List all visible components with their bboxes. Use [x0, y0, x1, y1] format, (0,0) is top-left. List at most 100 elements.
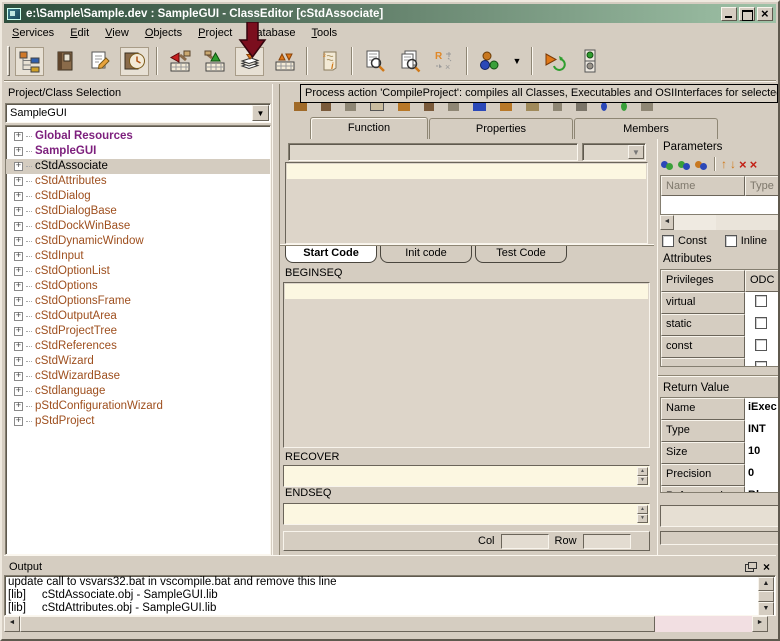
- menu-item[interactable]: Tools: [303, 25, 345, 41]
- scroll-up-icon[interactable]: ▲: [758, 577, 774, 591]
- tab-function[interactable]: Function: [310, 117, 428, 139]
- spin-up-icon[interactable]: ▲: [637, 505, 648, 514]
- spin-down-icon[interactable]: ▼: [637, 514, 648, 523]
- tree-item[interactable]: + pStdConfigurationWizard: [6, 399, 270, 414]
- expand-plus-icon[interactable]: +: [14, 192, 23, 201]
- attr-row-static[interactable]: static: [661, 314, 745, 336]
- tree-item[interactable]: + cStdOptionList: [6, 264, 270, 279]
- edit-source-icon[interactable]: [85, 47, 114, 76]
- tree-item[interactable]: + cStdOutputArea: [6, 309, 270, 324]
- tree-item-label[interactable]: cStdDialogBase: [34, 205, 120, 218]
- tree-item[interactable]: + cStdAttributes: [6, 174, 270, 189]
- clipped-icon[interactable]: [321, 102, 331, 111]
- menu-item[interactable]: View: [97, 25, 137, 41]
- const-attr-checkbox[interactable]: [755, 339, 767, 351]
- tree-item[interactable]: + cStdlanguage: [6, 384, 270, 399]
- scroll-left-icon[interactable]: ◄: [4, 616, 20, 632]
- delete-all-icon[interactable]: ×: [750, 157, 758, 172]
- rv-label-type[interactable]: Type: [661, 420, 745, 442]
- tree-item[interactable]: + cStdWizard: [6, 354, 270, 369]
- palette-dropdown-icon[interactable]: ▼: [510, 47, 524, 76]
- tree-item[interactable]: + SampleGUI: [6, 144, 270, 159]
- expand-plus-icon[interactable]: +: [14, 297, 23, 306]
- rv-label-precision[interactable]: Precision: [661, 464, 745, 486]
- expand-plus-icon[interactable]: +: [14, 252, 23, 261]
- attr-row-const[interactable]: const: [661, 336, 745, 358]
- tab-init-code[interactable]: Init code: [380, 246, 472, 263]
- tree-item-label[interactable]: cStdDynamicWindow: [34, 235, 147, 248]
- column-header-privileges[interactable]: Privileges: [661, 270, 745, 292]
- tree-item-label[interactable]: cStdOptionsFrame: [34, 295, 134, 308]
- toolbar-grip[interactable]: [7, 46, 10, 76]
- column-header-name[interactable]: Name: [661, 176, 745, 196]
- breakpoints-icon[interactable]: [575, 47, 604, 76]
- clipped-icon[interactable]: [473, 102, 486, 111]
- tree-item-label[interactable]: cStdWizard: [34, 355, 97, 368]
- delete-icon[interactable]: ×: [739, 157, 747, 172]
- expand-plus-icon[interactable]: +: [14, 222, 23, 231]
- expand-plus-icon[interactable]: +: [14, 417, 23, 426]
- tree-item[interactable]: + cStdInput: [6, 249, 270, 264]
- tree-item-label[interactable]: cStdOutputArea: [34, 310, 120, 323]
- expand-plus-icon[interactable]: +: [14, 177, 23, 186]
- scroll-down-icon[interactable]: ▼: [758, 602, 774, 616]
- tree-item-label[interactable]: cStdReferences: [34, 340, 120, 353]
- vertical-splitter[interactable]: [272, 84, 280, 555]
- vscroll-thumb[interactable]: [758, 591, 774, 602]
- compile-prev-icon[interactable]: [165, 47, 194, 76]
- view-source-icon[interactable]: [360, 47, 389, 76]
- column-header-odc[interactable]: ODC: [745, 270, 779, 292]
- chevron-down-icon[interactable]: ▼: [252, 105, 269, 121]
- scroll-right-icon[interactable]: ►: [752, 616, 768, 632]
- float-window-icon[interactable]: [745, 562, 755, 571]
- attr-row-clipped[interactable]: [661, 358, 745, 367]
- expand-plus-icon[interactable]: +: [14, 282, 23, 291]
- output-vscrollbar[interactable]: ▲ ▼: [758, 577, 774, 614]
- clipped-icon[interactable]: [370, 102, 384, 111]
- clipped-icon[interactable]: [526, 102, 539, 111]
- catalog-book-icon[interactable]: [50, 47, 79, 76]
- scroll-spinner[interactable]: ▲▼: [637, 505, 648, 523]
- tree-item[interactable]: + cStdDockWinBase: [6, 219, 270, 234]
- expand-plus-icon[interactable]: +: [14, 357, 23, 366]
- attr-row-virtual[interactable]: virtual: [661, 292, 745, 314]
- column-header-type[interactable]: Type: [745, 176, 779, 196]
- tree-item-label[interactable]: Global Resources: [34, 130, 136, 143]
- tree-item[interactable]: + cStdAssociate: [6, 159, 270, 174]
- tree-item[interactable]: + cStdOptions: [6, 279, 270, 294]
- menu-item[interactable]: Objects: [137, 25, 190, 41]
- clipped-icon[interactable]: [398, 102, 410, 111]
- compile-next-icon[interactable]: [200, 47, 229, 76]
- sidebar-empty-field[interactable]: [660, 505, 779, 527]
- move-up-icon[interactable]: ↑: [721, 157, 727, 171]
- tree-item[interactable]: + cStdDialogBase: [6, 204, 270, 219]
- expand-plus-icon[interactable]: +: [14, 207, 23, 216]
- clipped-icon[interactable]: [601, 102, 607, 111]
- copy-parameter-icon[interactable]: [695, 157, 709, 171]
- tree-item[interactable]: + cStdWizardBase: [6, 369, 270, 384]
- tree-item[interactable]: + Global Resources: [6, 129, 270, 144]
- script-info-icon[interactable]: i²: [315, 47, 344, 76]
- inline-checkbox[interactable]: [725, 235, 737, 247]
- tree-item-label[interactable]: cStdOptionList: [34, 265, 113, 278]
- tree-item-label[interactable]: cStdInput: [34, 250, 87, 263]
- tree-item[interactable]: + cStdProjectTree: [6, 324, 270, 339]
- rv-label-clipped[interactable]: Referenced: [661, 486, 745, 493]
- tree-item-label[interactable]: cStdAssociate: [34, 160, 270, 173]
- minimize-icon[interactable]: [721, 7, 737, 21]
- clipped-icon[interactable]: [500, 102, 512, 111]
- tree-item-label[interactable]: cStdProjectTree: [34, 325, 120, 338]
- output-hscrollbar[interactable]: ◄ ►: [4, 616, 776, 632]
- virtual-checkbox[interactable]: [755, 295, 767, 307]
- function-name-field[interactable]: [288, 143, 578, 161]
- menu-item[interactable]: Services: [4, 25, 62, 41]
- search-files-icon[interactable]: [395, 47, 424, 76]
- menu-item[interactable]: Project: [190, 25, 240, 41]
- rv-label-name[interactable]: Name: [661, 398, 745, 420]
- project-combo[interactable]: SampleGUI ▼: [5, 103, 271, 123]
- tree-item-label[interactable]: cStdWizardBase: [34, 370, 123, 383]
- clipped-icon[interactable]: [641, 102, 653, 111]
- replace-refs-icon[interactable]: R×: [430, 47, 459, 76]
- menu-item[interactable]: Edit: [62, 25, 97, 41]
- tab-members[interactable]: Members: [574, 118, 718, 139]
